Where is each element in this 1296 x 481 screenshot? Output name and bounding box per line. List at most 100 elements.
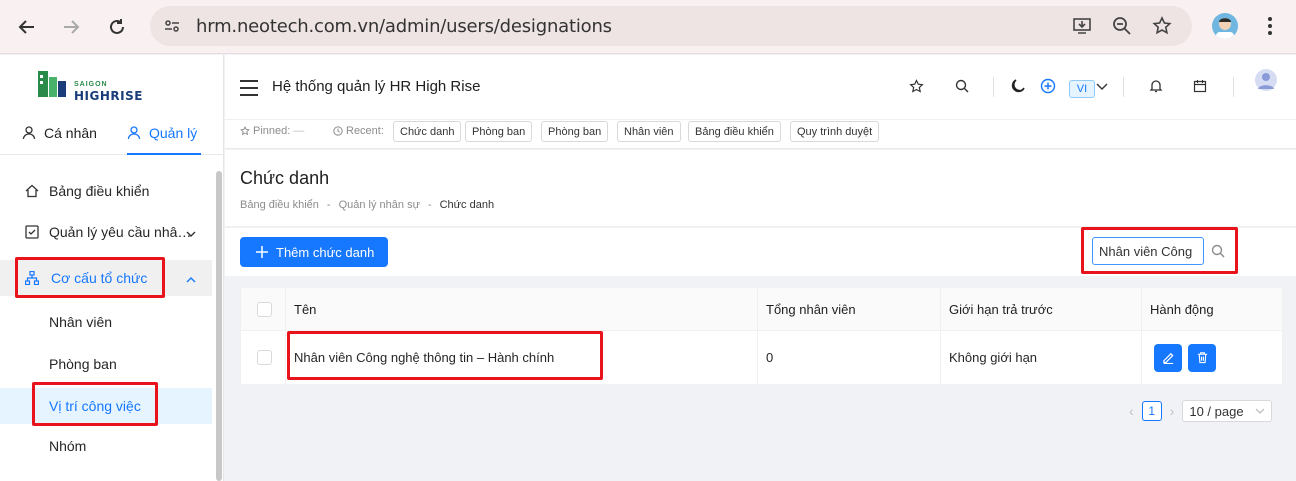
recent-chip[interactable]: Chức danh bbox=[393, 121, 462, 142]
toolbar: Thêm chức danh bbox=[225, 228, 1296, 276]
sidebar-item-employees[interactable]: Nhân viên bbox=[0, 304, 212, 340]
sidebar-scrollbar[interactable] bbox=[216, 171, 222, 481]
content-area: Tên Tổng nhân viên Giới hạn trả trước Hà… bbox=[225, 277, 1296, 481]
install-app-icon[interactable] bbox=[1070, 14, 1094, 38]
reload-icon[interactable] bbox=[102, 12, 132, 42]
home-icon bbox=[24, 183, 40, 199]
recent-chip[interactable]: Phòng ban bbox=[465, 121, 533, 142]
sidebar-item-requests[interactable]: Quản lý yêu cầu nhâ… bbox=[0, 214, 212, 250]
row-checkbox[interactable] bbox=[257, 350, 272, 365]
cell-actions bbox=[1142, 331, 1284, 384]
row-select-cell bbox=[241, 331, 286, 384]
add-circle-icon[interactable] bbox=[1038, 76, 1058, 96]
sidebar-item-groups[interactable]: Nhóm bbox=[0, 428, 212, 464]
column-actions: Hành động bbox=[1150, 301, 1214, 317]
dark-mode-moon-icon[interactable] bbox=[1008, 76, 1028, 96]
trash-icon bbox=[1197, 352, 1207, 364]
next-page-icon[interactable]: › bbox=[1170, 403, 1175, 419]
url-text[interactable]: hrm.neotech.com.vn/admin/users/designati… bbox=[196, 16, 612, 37]
app-title: Hệ thống quản lý HR High Rise bbox=[272, 78, 481, 95]
pinned-label: Pinned: bbox=[253, 125, 291, 137]
bookmark-star-icon[interactable] bbox=[1150, 14, 1174, 38]
sidebar-item-departments[interactable]: Phòng ban bbox=[0, 346, 212, 382]
sidebar-item-dashboard[interactable]: Bảng điều khiển bbox=[0, 173, 212, 209]
breadcrumb-current: Chức danh bbox=[439, 199, 495, 211]
recent-chip[interactable]: Bảng điều khiển bbox=[688, 121, 781, 142]
user-avatar-icon[interactable] bbox=[1255, 69, 1277, 91]
column-total-employees[interactable]: Tổng nhân viên bbox=[758, 288, 941, 330]
sidebar-item-label: Phòng ban bbox=[49, 356, 117, 372]
recent-bar: Pinned: — Recent: Chức danh Phòng ban Ph… bbox=[225, 119, 1296, 149]
sidebar-tabs: Cá nhân Quản lý bbox=[0, 117, 224, 155]
breadcrumb-link[interactable]: Bảng điều khiển bbox=[240, 199, 319, 211]
divider bbox=[993, 77, 994, 97]
breadcrumb-link[interactable]: Quản lý nhân sự bbox=[339, 199, 420, 211]
sidebar-item-label: Cơ cấu tổ chức bbox=[51, 270, 148, 286]
add-designation-label: Thêm chức danh bbox=[276, 244, 375, 260]
calendar-icon[interactable] bbox=[1190, 76, 1210, 96]
recent-chip[interactable]: Quy trình duyệt bbox=[790, 121, 880, 142]
breadcrumb: Bảng điều khiển - Quản lý nhân sự - Chức… bbox=[240, 199, 494, 211]
logo-mark-icon bbox=[38, 71, 66, 97]
pinned-section: Pinned: — bbox=[240, 125, 304, 137]
favorite-star-icon[interactable] bbox=[906, 76, 926, 96]
page-title: Chức danh bbox=[240, 168, 330, 188]
chevron-down-icon bbox=[1255, 408, 1265, 414]
breadcrumb-separator: - bbox=[326, 199, 331, 211]
chevron-up-icon bbox=[186, 272, 196, 288]
sidebar-item-organization[interactable]: Cơ cấu tổ chức bbox=[0, 260, 212, 296]
edit-button[interactable] bbox=[1154, 343, 1182, 372]
add-designation-button[interactable]: Thêm chức danh bbox=[240, 237, 388, 267]
sidebar-item-label: Bảng điều khiển bbox=[49, 183, 150, 199]
tab-personal[interactable]: Cá nhân bbox=[22, 125, 97, 141]
tab-management[interactable]: Quản lý bbox=[127, 125, 197, 141]
chevron-down-icon bbox=[186, 226, 196, 242]
column-prepaid-limit[interactable]: Giới hạn trả trước bbox=[941, 288, 1142, 330]
pin-star-icon bbox=[240, 126, 250, 136]
plus-icon bbox=[256, 246, 268, 258]
cell-total: 0 bbox=[758, 331, 941, 384]
logo: SAIGON HIGHRISE bbox=[36, 67, 156, 103]
column-name[interactable]: Tên bbox=[286, 288, 758, 330]
address-bar[interactable]: hrm.neotech.com.vn/admin/users/designati… bbox=[150, 6, 1192, 46]
search-icon[interactable] bbox=[952, 76, 972, 96]
header-select-cell bbox=[241, 288, 286, 330]
recent-chip[interactable]: Phòng ban bbox=[541, 121, 609, 142]
user-icon bbox=[22, 126, 36, 140]
zoom-icon[interactable] bbox=[1110, 14, 1134, 38]
divider bbox=[1233, 77, 1234, 97]
designations-table: Tên Tổng nhân viên Giới hạn trả trước Hà… bbox=[240, 287, 1283, 385]
breadcrumb-separator: - bbox=[427, 199, 432, 211]
sidebar: SAIGON HIGHRISE Cá nhân Quản lý Bảng điề… bbox=[0, 55, 224, 481]
site-info-icon[interactable] bbox=[160, 14, 184, 38]
sidebar-item-label: Vị trí công việc bbox=[49, 398, 141, 414]
page-header: Chức danh Bảng điều khiển - Quản lý nhân… bbox=[225, 150, 1296, 227]
search-icon[interactable] bbox=[1208, 241, 1228, 261]
chevron-down-icon[interactable] bbox=[1092, 76, 1112, 96]
edit-pencil-icon bbox=[1162, 352, 1174, 364]
logo-text: HIGHRISE bbox=[74, 89, 143, 103]
recent-chip[interactable]: Nhân viên bbox=[617, 121, 681, 142]
page-size-value: 10 / page bbox=[1189, 403, 1244, 419]
sidebar-item-positions[interactable]: Vị trí công việc bbox=[0, 388, 212, 424]
back-icon[interactable] bbox=[12, 12, 42, 42]
menu-toggle-icon[interactable] bbox=[240, 80, 258, 96]
sidebar-item-label: Nhân viên bbox=[49, 314, 113, 330]
recent-label: Recent: bbox=[346, 125, 384, 137]
select-all-checkbox[interactable] bbox=[257, 301, 272, 317]
forward-icon[interactable] bbox=[56, 12, 86, 42]
page-number-button[interactable]: 1 bbox=[1141, 401, 1162, 421]
logo-subtext: SAIGON bbox=[74, 81, 108, 88]
prev-page-icon[interactable]: ‹ bbox=[1129, 403, 1134, 419]
delete-button[interactable] bbox=[1188, 343, 1216, 372]
table-header: Tên Tổng nhân viên Giới hạn trả trước Hà… bbox=[241, 288, 1282, 331]
notification-bell-icon[interactable] bbox=[1146, 76, 1166, 96]
search-input[interactable] bbox=[1092, 237, 1204, 265]
search-box bbox=[1092, 237, 1228, 265]
table-row: Nhân viên Công nghệ thông tin – Hành chí… bbox=[241, 331, 1282, 384]
cell-name: Nhân viên Công nghệ thông tin – Hành chí… bbox=[286, 331, 758, 384]
more-menu-icon[interactable] bbox=[1262, 14, 1278, 38]
profile-avatar[interactable] bbox=[1212, 13, 1238, 39]
page-size-select[interactable]: 10 / page bbox=[1182, 400, 1273, 422]
divider bbox=[1123, 77, 1124, 97]
